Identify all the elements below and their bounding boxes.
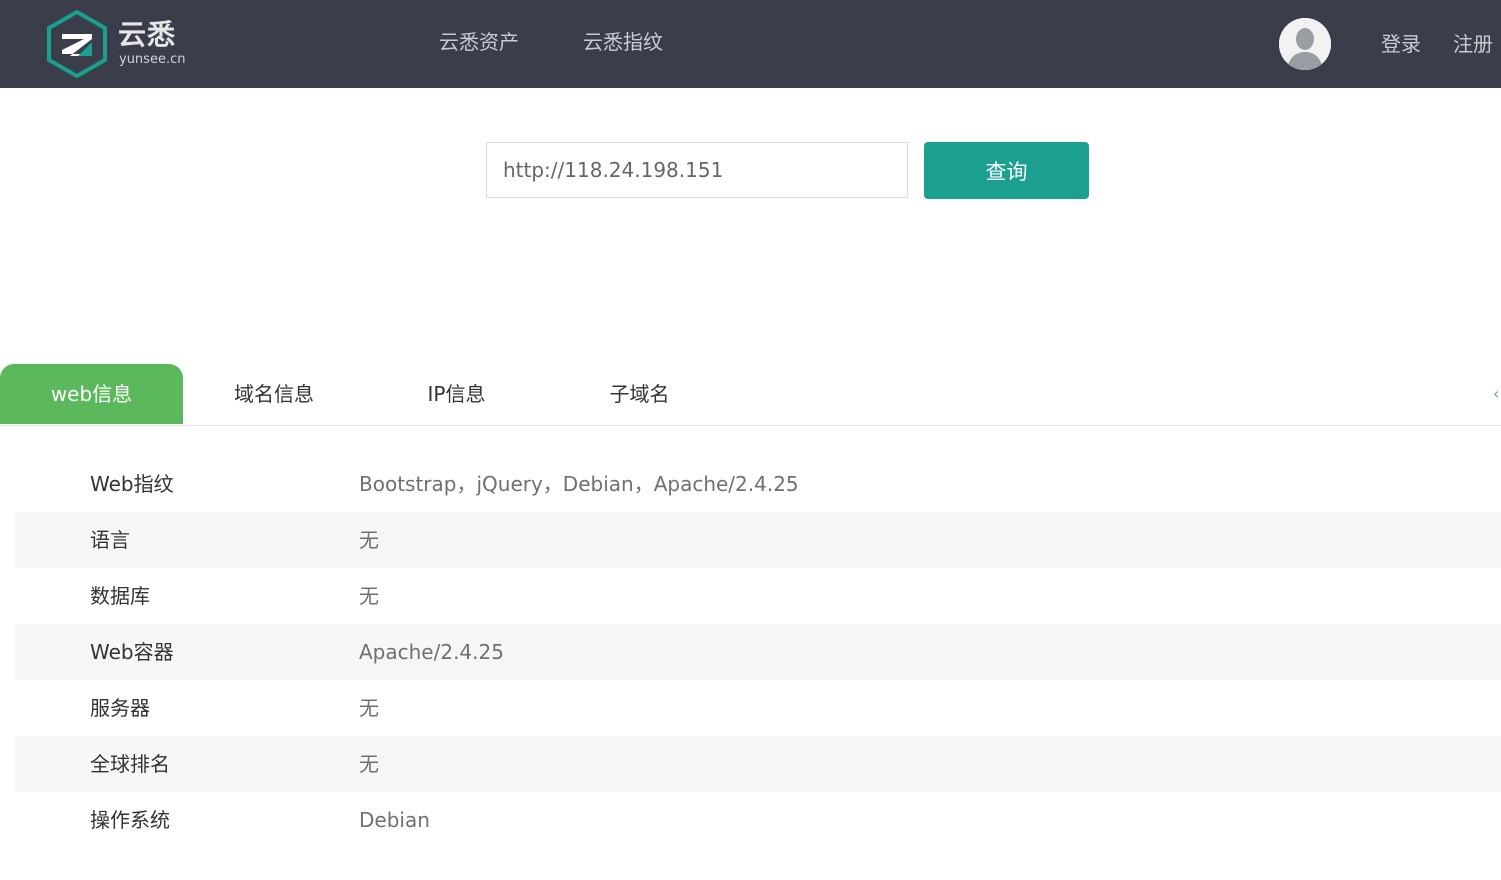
chevron-left-icon[interactable]: ‹ bbox=[1493, 384, 1501, 403]
register-link[interactable]: 注册 bbox=[1453, 31, 1493, 57]
tab-domain-info[interactable]: 域名信息 bbox=[183, 364, 365, 424]
url-search-input[interactable] bbox=[486, 142, 908, 198]
nav-link-fingerprint[interactable]: 云悉指纹 bbox=[583, 29, 663, 55]
table-row: 操作系统 Debian bbox=[15, 792, 1501, 848]
row-value: 无 bbox=[359, 752, 379, 776]
row-label: 操作系统 bbox=[90, 808, 170, 832]
row-value: 无 bbox=[359, 528, 379, 552]
tab-ip-info[interactable]: IP信息 bbox=[365, 364, 548, 424]
yunsee-logo-icon[interactable] bbox=[46, 9, 108, 79]
tab-web-info[interactable]: web信息 bbox=[0, 364, 183, 424]
row-label: Web指纹 bbox=[90, 472, 174, 496]
login-link[interactable]: 登录 bbox=[1381, 31, 1421, 57]
row-label: Web容器 bbox=[90, 640, 174, 664]
row-label: 全球排名 bbox=[90, 752, 170, 776]
row-value: Apache/2.4.25 bbox=[359, 640, 504, 664]
table-row: 服务器 无 bbox=[15, 680, 1501, 736]
table-row: 语言 无 bbox=[15, 512, 1501, 568]
row-value: 无 bbox=[359, 696, 379, 720]
table-row: 数据库 无 bbox=[15, 568, 1501, 624]
query-button[interactable]: 查询 bbox=[924, 142, 1089, 199]
row-value: Bootstrap，jQuery，Debian，Apache/2.4.25 bbox=[359, 472, 799, 496]
brand-domain: yunsee.cn bbox=[119, 52, 186, 67]
table-row: Web容器 Apache/2.4.25 bbox=[15, 624, 1501, 680]
avatar[interactable] bbox=[1279, 18, 1331, 70]
table-row: Web指纹 Bootstrap，jQuery，Debian，Apache/2.4… bbox=[15, 456, 1501, 512]
table-row: 全球排名 无 bbox=[15, 736, 1501, 792]
row-label: 服务器 bbox=[90, 696, 150, 720]
info-tabs: web信息 域名信息 IP信息 子域名 ‹ bbox=[0, 364, 1501, 426]
row-label: 数据库 bbox=[90, 584, 150, 608]
top-navbar: 云悉 yunsee.cn 云悉资产 云悉指纹 登录 注册 bbox=[0, 0, 1501, 88]
brand-name: 云悉 bbox=[118, 18, 177, 51]
tab-subdomains[interactable]: 子域名 bbox=[548, 364, 731, 424]
user-icon bbox=[1279, 18, 1331, 70]
row-value: Debian bbox=[359, 808, 430, 832]
web-info-table: Web指纹 Bootstrap，jQuery，Debian，Apache/2.4… bbox=[15, 456, 1501, 848]
nav-link-assets[interactable]: 云悉资产 bbox=[439, 29, 519, 55]
row-label: 语言 bbox=[90, 528, 130, 552]
row-value: 无 bbox=[359, 584, 379, 608]
